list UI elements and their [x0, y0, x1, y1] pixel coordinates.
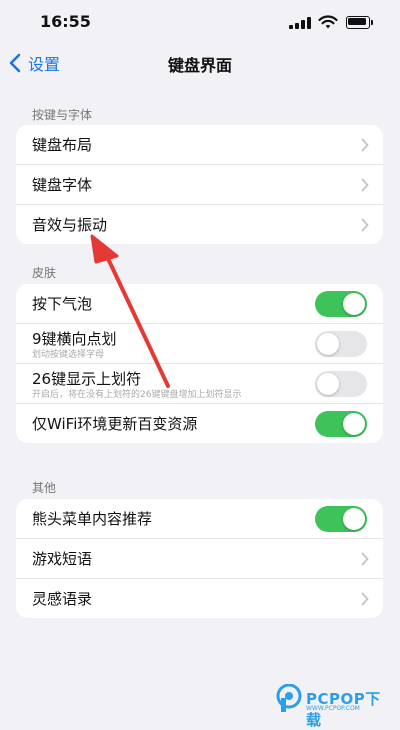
chevron-right-icon [361, 178, 369, 192]
row-game-phrases[interactable]: 游戏短语 [16, 539, 383, 579]
section-header-other: 其他 [32, 481, 57, 495]
row-label: 熊头菜单内容推荐 [32, 510, 153, 528]
toggle-9key-swipe[interactable] [315, 331, 367, 357]
row-keyboard-layout[interactable]: 键盘布局 [16, 125, 383, 165]
row-subtitle: 划动按键选择字母 [32, 350, 105, 360]
row-wifi-only-update: 仅WiFi环境更新百变资源 [16, 404, 383, 443]
watermark: PCPOP下载 WWW.PCPOP.COM [276, 684, 394, 729]
row-9key-swipe: 9键横向点划 划动按键选择字母 [16, 324, 383, 364]
status-time: 16:55 [40, 12, 91, 31]
wifi-icon [318, 15, 338, 29]
toggle-wifi-only-update[interactable] [315, 411, 367, 437]
chevron-right-icon [361, 592, 369, 606]
toggle-press-bubble[interactable] [315, 291, 367, 317]
page-title: 键盘界面 [167, 56, 232, 75]
chevron-right-icon [361, 552, 369, 566]
row-label: 游戏短语 [32, 550, 93, 568]
row-label: 26键显示上划符 [32, 370, 142, 388]
row-label: 键盘字体 [32, 176, 93, 194]
chevron-right-icon [361, 138, 369, 152]
battery-icon [346, 16, 373, 29]
watermark-sub: WWW.PCPOP.COM [306, 705, 360, 712]
row-label: 灵感语录 [32, 590, 93, 608]
section-header-skin: 皮肤 [32, 266, 57, 280]
row-label: 音效与振动 [32, 216, 108, 234]
row-label: 9键横向点划 [32, 330, 117, 348]
row-bear-menu-recommend: 熊头菜单内容推荐 [16, 499, 383, 539]
row-label: 仅WiFi环境更新百变资源 [32, 415, 198, 433]
row-inspiration-quotes[interactable]: 灵感语录 [16, 579, 383, 618]
row-label: 按下气泡 [32, 295, 93, 313]
row-26key-upswipe: 26键显示上划符 开启后，将在没有上划符的26键键盘增加上划符显示 [16, 364, 383, 404]
pcpop-logo-icon [276, 684, 302, 712]
row-press-bubble: 按下气泡 [16, 284, 383, 324]
group-other: 熊头菜单内容推荐 游戏短语 灵感语录 [16, 499, 383, 618]
toggle-bear-menu-recommend[interactable] [315, 506, 367, 532]
toggle-26key-upswipe[interactable] [315, 371, 367, 397]
status-bar: 16:55 [0, 0, 400, 44]
row-sound-vibration[interactable]: 音效与振动 [16, 205, 383, 244]
navigation-bar: 设置 键盘界面 [0, 44, 400, 84]
row-subtitle: 开启后，将在没有上划符的26键键盘增加上划符显示 [32, 390, 242, 400]
group-keys-fonts: 键盘布局 键盘字体 音效与振动 [16, 125, 383, 244]
group-skin: 按下气泡 9键横向点划 划动按键选择字母 26键显示上划符 开启后，将在没有上划… [16, 284, 383, 443]
row-keyboard-font[interactable]: 键盘字体 [16, 165, 383, 205]
section-header-keys-fonts: 按键与字体 [32, 108, 93, 122]
cellular-signal-icon [289, 17, 311, 29]
row-label: 键盘布局 [32, 136, 93, 154]
chevron-right-icon [361, 218, 369, 232]
